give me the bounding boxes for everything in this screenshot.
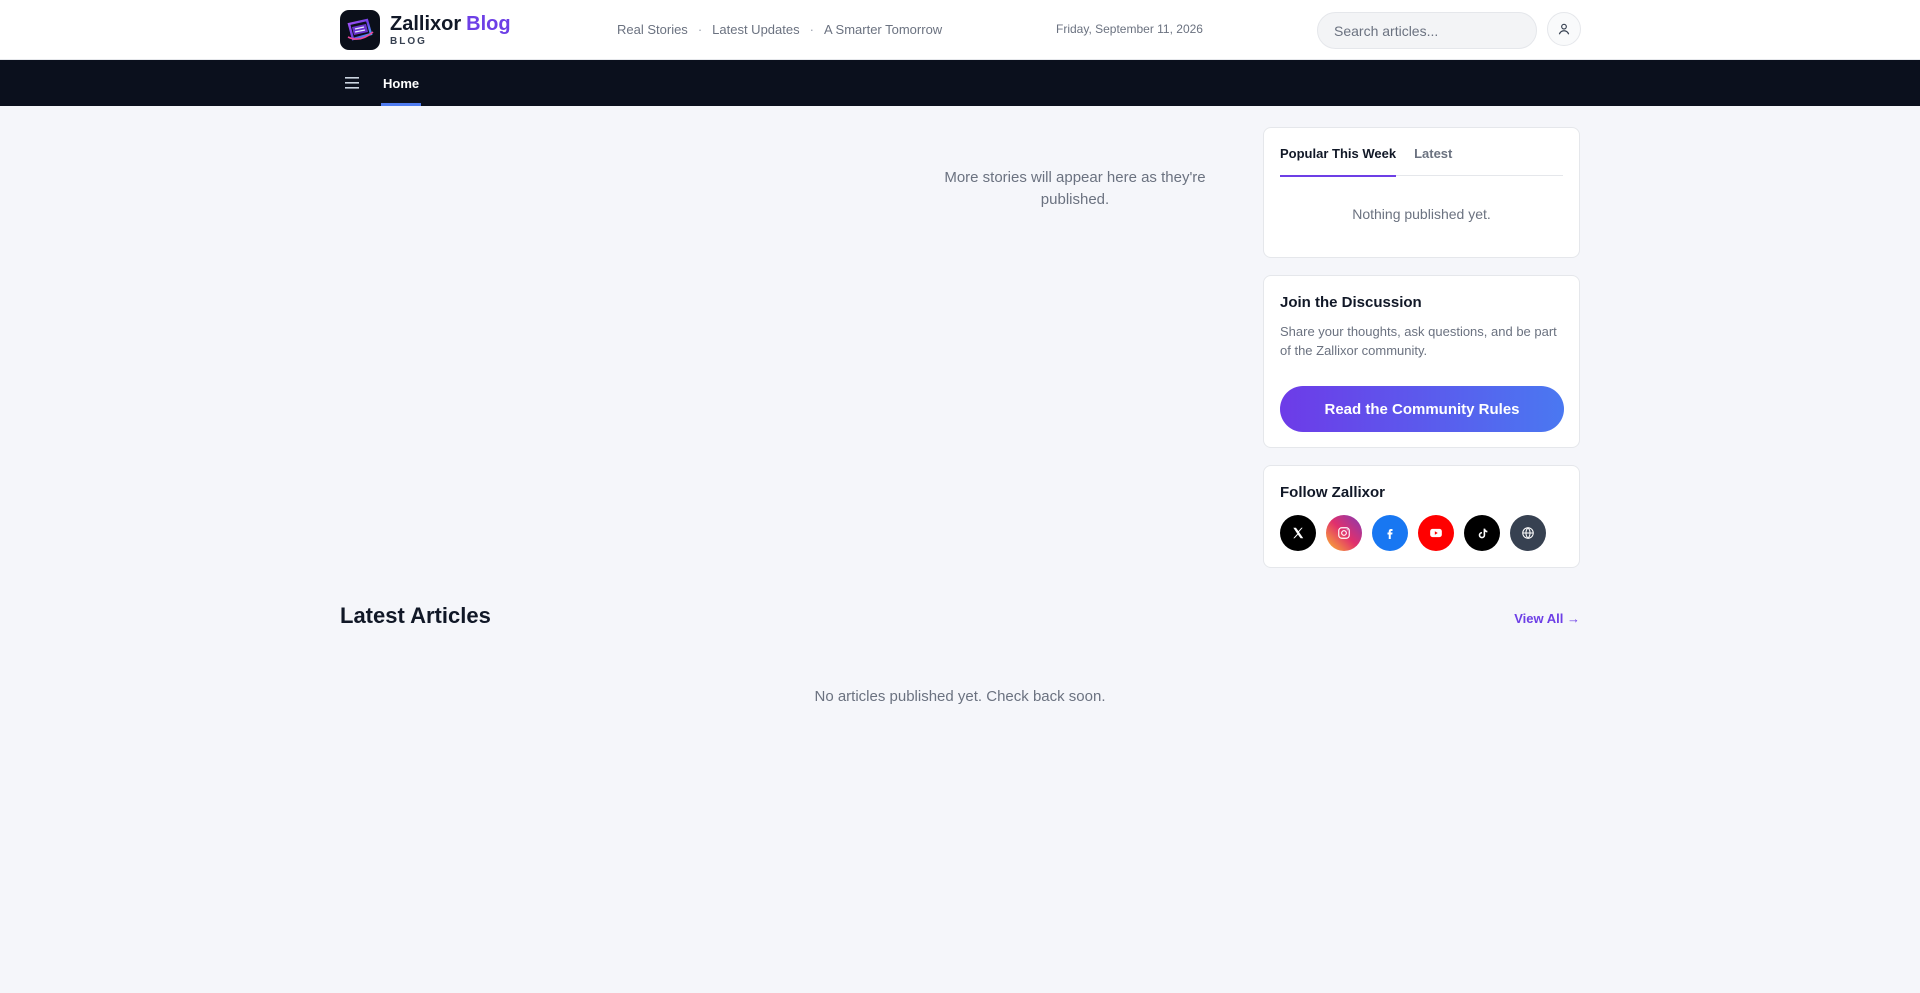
youtube-icon xyxy=(1430,528,1442,538)
featured-empty-message: More stories will appear here as they're… xyxy=(944,169,1206,208)
latest-articles-heading: Latest Articles xyxy=(340,603,491,628)
menu-button[interactable] xyxy=(340,69,364,97)
tagline-item: A Smarter Tomorrow xyxy=(823,22,943,37)
brand-logo-link[interactable]: Zallixor Blog BLOG xyxy=(340,10,511,50)
social-links xyxy=(1280,515,1556,551)
latest-empty-message: No articles published yet. Check back so… xyxy=(814,688,1106,705)
tiktok-icon xyxy=(1478,528,1487,538)
search-input[interactable] xyxy=(1317,12,1537,49)
community-rules-button[interactable]: Read the Community Rules xyxy=(1280,386,1564,432)
discussion-title: Join the Discussion xyxy=(1280,294,1422,311)
follow-card: Follow Zallixor xyxy=(1263,465,1580,568)
tab-popular-this-week[interactable]: Popular This Week xyxy=(1280,146,1397,177)
social-instagram-button[interactable] xyxy=(1326,515,1362,551)
user-icon xyxy=(1558,23,1570,35)
main-content: More stories will appear here as they're… xyxy=(340,106,1580,953)
social-website-button[interactable] xyxy=(1510,515,1546,551)
discussion-card: Join the Discussion Share your thoughts,… xyxy=(1263,275,1580,448)
user-account-button[interactable] xyxy=(1547,12,1581,46)
brand-name: Zallixor Blog xyxy=(390,14,511,34)
tagline-item: Latest Updates xyxy=(712,22,800,37)
popular-empty-message: Nothing published yet. xyxy=(1352,206,1491,222)
site-header: Zallixor Blog BLOG Real Stories · Latest … xyxy=(0,0,1920,60)
tagline-item: Real Stories xyxy=(617,22,688,37)
social-facebook-button[interactable] xyxy=(1372,515,1408,551)
globe-icon xyxy=(1522,527,1534,539)
main-navbar: Home xyxy=(0,60,1920,106)
site-tagline: Real Stories · Latest Updates · A Smarte… xyxy=(617,22,942,37)
x-icon xyxy=(1293,527,1304,539)
tagline-separator: · xyxy=(809,22,814,37)
brand-subtitle: BLOG xyxy=(390,35,427,47)
social-tiktok-button[interactable] xyxy=(1464,515,1500,551)
facebook-icon xyxy=(1387,529,1393,539)
popular-posts-card: Popular This Week Latest Nothing publish… xyxy=(1263,127,1580,258)
follow-title: Follow Zallixor xyxy=(1280,484,1386,501)
social-x-button[interactable] xyxy=(1280,515,1316,551)
tagline-separator: · xyxy=(697,22,703,37)
nav-item-home[interactable]: Home xyxy=(381,60,422,106)
hamburger-icon xyxy=(345,77,359,89)
popular-tabs: Popular This Week Latest xyxy=(1280,146,1563,177)
discussion-description: Share your thoughts, ask questions, and … xyxy=(1280,324,1557,358)
social-youtube-button[interactable] xyxy=(1418,515,1454,551)
view-all-link[interactable]: View All → xyxy=(1514,611,1580,626)
brand-name-accent: Blog xyxy=(466,12,511,35)
brand-name-text: Zallixor xyxy=(390,12,462,35)
current-date: Friday, September 11, 2026 xyxy=(1056,22,1203,36)
instagram-icon xyxy=(1338,527,1350,539)
brand-logo-icon xyxy=(340,10,380,50)
tab-latest[interactable]: Latest xyxy=(1414,146,1452,175)
